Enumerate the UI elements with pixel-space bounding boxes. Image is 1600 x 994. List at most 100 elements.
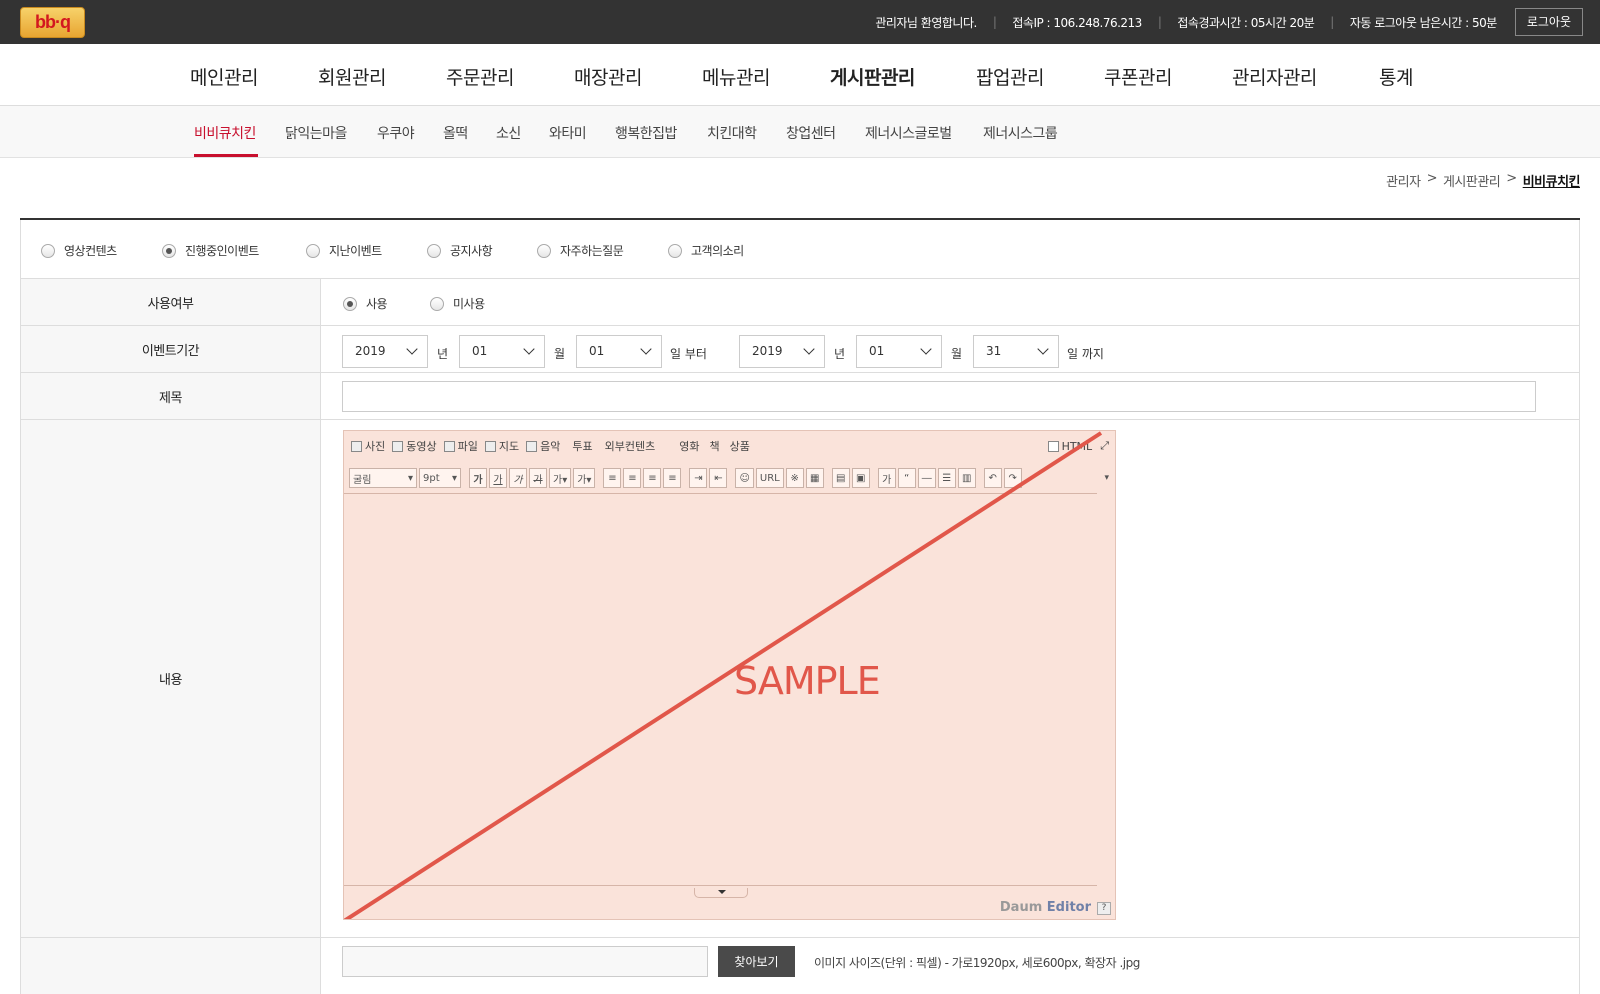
sub-nav-item[interactable]: 올떡 xyxy=(443,123,468,143)
chevron-down-icon xyxy=(523,343,535,355)
file-path-input[interactable] xyxy=(342,946,708,977)
main-nav: 메인관리 회원관리 주문관리 매장관리 메뉴관리 게시판관리 팝업관리 쿠폰관리… xyxy=(0,44,1600,106)
board-form: 영상컨텐츠 진행중인이벤트 지난이벤트 공지사항 자주하는질문 고객의소리 사용… xyxy=(20,218,1580,994)
main-nav-item[interactable]: 쿠폰관리 xyxy=(1104,63,1172,90)
radio-label: 영상컨텐츠 xyxy=(64,244,117,258)
title-row: 제목 xyxy=(20,373,1580,420)
use-radio[interactable]: 사용 xyxy=(343,295,388,312)
sub-nav-item[interactable]: 우쿠야 xyxy=(377,123,415,143)
radio-dot-selected[interactable] xyxy=(162,243,176,258)
sample-watermark-text: SAMPLE xyxy=(734,659,881,703)
top-bar: bb·q 관리자님 환영합니다. | 접속IP : 106.248.76.213… xyxy=(0,0,1600,44)
chevron-down-icon xyxy=(920,343,932,355)
radio-label: 진행중인이벤트 xyxy=(185,244,259,258)
session-info: 관리자님 환영합니다. | 접속IP : 106.248.76.213 | 접속… xyxy=(875,0,1583,44)
radio-label: 사용 xyxy=(366,297,388,311)
sub-nav-item[interactable]: 닭익는마을 xyxy=(285,123,347,143)
main-nav-item[interactable]: 팝업관리 xyxy=(976,63,1044,90)
sub-nav-item[interactable]: 제너시스그룹 xyxy=(983,123,1058,143)
period-label: 이벤트기간 xyxy=(21,326,321,372)
logo-text: bb·q xyxy=(35,12,71,32)
content-row: 내용 사진 동영상 파일 지도 음악 투표 외부컨텐츠 영화 책 상품 HTML… xyxy=(20,420,1580,938)
image-label xyxy=(21,938,321,994)
end-month-select[interactable]: 01 xyxy=(856,335,942,368)
sub-nav-item[interactable]: 창업센터 xyxy=(786,123,836,143)
radio-dot[interactable] xyxy=(430,296,444,311)
unit-month: 월 xyxy=(951,347,963,361)
select-value: 2019 xyxy=(752,344,783,358)
sub-nav-item[interactable]: 소신 xyxy=(496,123,521,143)
main-nav-item[interactable]: 매장관리 xyxy=(574,63,642,90)
chevron-down-icon xyxy=(640,343,652,355)
main-nav-item[interactable]: 주문관리 xyxy=(446,63,514,90)
breadcrumb-item[interactable]: 관리자 xyxy=(1386,171,1421,190)
radio-label: 미사용 xyxy=(453,297,485,311)
radio-dot[interactable] xyxy=(668,243,682,258)
end-year-select[interactable]: 2019 xyxy=(739,335,825,368)
breadcrumb-separator: > xyxy=(1426,171,1438,186)
title-label: 제목 xyxy=(21,373,321,419)
select-value: 2019 xyxy=(355,344,386,358)
breadcrumb: 관리자 > 게시판관리 > 비비큐치킨 xyxy=(1386,171,1580,190)
board-type-radio[interactable]: 공지사항 xyxy=(427,242,493,259)
main-nav-item[interactable]: 메인관리 xyxy=(190,63,258,90)
to-suffix: 일 까지 xyxy=(1067,347,1104,361)
bbq-logo[interactable]: bb·q xyxy=(20,7,85,38)
unit-year: 년 xyxy=(437,347,449,361)
radio-dot[interactable] xyxy=(537,243,551,258)
board-type-row: 영상컨텐츠 진행중인이벤트 지난이벤트 공지사항 자주하는질문 고객의소리 xyxy=(20,220,1580,279)
radio-dot-selected[interactable] xyxy=(343,296,357,311)
board-type-radio[interactable]: 진행중인이벤트 xyxy=(162,242,259,259)
breadcrumb-item[interactable]: 게시판관리 xyxy=(1443,171,1501,190)
main-nav-item[interactable]: 통계 xyxy=(1379,63,1413,90)
board-type-radio[interactable]: 지난이벤트 xyxy=(306,242,382,259)
chevron-down-icon xyxy=(803,343,815,355)
main-nav-item[interactable]: 관리자관리 xyxy=(1232,63,1317,90)
divider: | xyxy=(992,15,997,29)
board-type-radio[interactable]: 고객의소리 xyxy=(668,242,744,259)
main-nav-item-active[interactable]: 게시판관리 xyxy=(830,63,915,90)
sub-nav-item[interactable]: 행복한집밥 xyxy=(615,123,677,143)
sub-nav-item[interactable]: 제너시스글로벌 xyxy=(865,123,952,143)
breadcrumb-current: 비비큐치킨 xyxy=(1522,175,1581,190)
sample-strike-line xyxy=(344,431,1103,919)
browse-button[interactable]: 찾아보기 xyxy=(718,946,795,977)
ip-text: 접속IP : 106.248.76.213 xyxy=(1012,15,1142,30)
unuse-radio[interactable]: 미사용 xyxy=(430,295,485,312)
from-suffix: 일 부터 xyxy=(670,347,707,361)
divider: | xyxy=(1330,15,1334,29)
sub-nav-item[interactable]: 치킨대학 xyxy=(707,123,757,143)
logout-button[interactable]: 로그아웃 xyxy=(1514,8,1583,36)
chevron-down-icon xyxy=(1037,343,1049,355)
sub-nav-item[interactable]: 와타미 xyxy=(549,123,587,143)
start-year-select[interactable]: 2019 xyxy=(342,335,428,368)
board-type-radio[interactable]: 영상컨텐츠 xyxy=(41,242,117,259)
start-day-select[interactable]: 01 xyxy=(576,335,662,368)
divider: | xyxy=(1157,15,1162,29)
radio-dot[interactable] xyxy=(306,243,320,258)
image-size-note: 이미지 사이즈(단위 : 픽셀) - 가로1920px, 세로600px, 확장… xyxy=(814,956,1140,970)
select-value: 31 xyxy=(986,344,1002,358)
welcome-text: 관리자님 환영합니다. xyxy=(875,15,977,30)
radio-dot[interactable] xyxy=(41,243,55,258)
select-value: 01 xyxy=(472,344,488,358)
main-nav-item[interactable]: 메뉴관리 xyxy=(702,63,770,90)
period-row: 이벤트기간 2019 년 01 월 01 일 부터 2019 년 01 월 31… xyxy=(20,326,1580,373)
sub-nav-item-active[interactable]: 비비큐치킨 xyxy=(194,123,256,143)
radio-dot[interactable] xyxy=(427,243,441,258)
main-nav-item[interactable]: 회원관리 xyxy=(318,63,386,90)
start-month-select[interactable]: 01 xyxy=(459,335,545,368)
elapsed-time-text: 접속경과시간 : 05시간 20분 xyxy=(1177,15,1315,30)
end-day-select[interactable]: 31 xyxy=(973,335,1059,368)
board-type-radio[interactable]: 자주하는질문 xyxy=(537,242,624,259)
radio-label: 고객의소리 xyxy=(691,244,744,258)
unit-month: 월 xyxy=(554,347,566,361)
radio-label: 지난이벤트 xyxy=(329,244,382,258)
radio-label: 공지사항 xyxy=(450,244,493,258)
use-row: 사용여부 사용 미사용 xyxy=(20,279,1580,326)
unit-year: 년 xyxy=(834,347,846,361)
breadcrumb-separator: > xyxy=(1506,171,1517,186)
select-value: 01 xyxy=(589,344,605,358)
title-input[interactable] xyxy=(342,381,1536,412)
image-row: 찾아보기 이미지 사이즈(단위 : 픽셀) - 가로1920px, 세로600p… xyxy=(20,938,1580,994)
